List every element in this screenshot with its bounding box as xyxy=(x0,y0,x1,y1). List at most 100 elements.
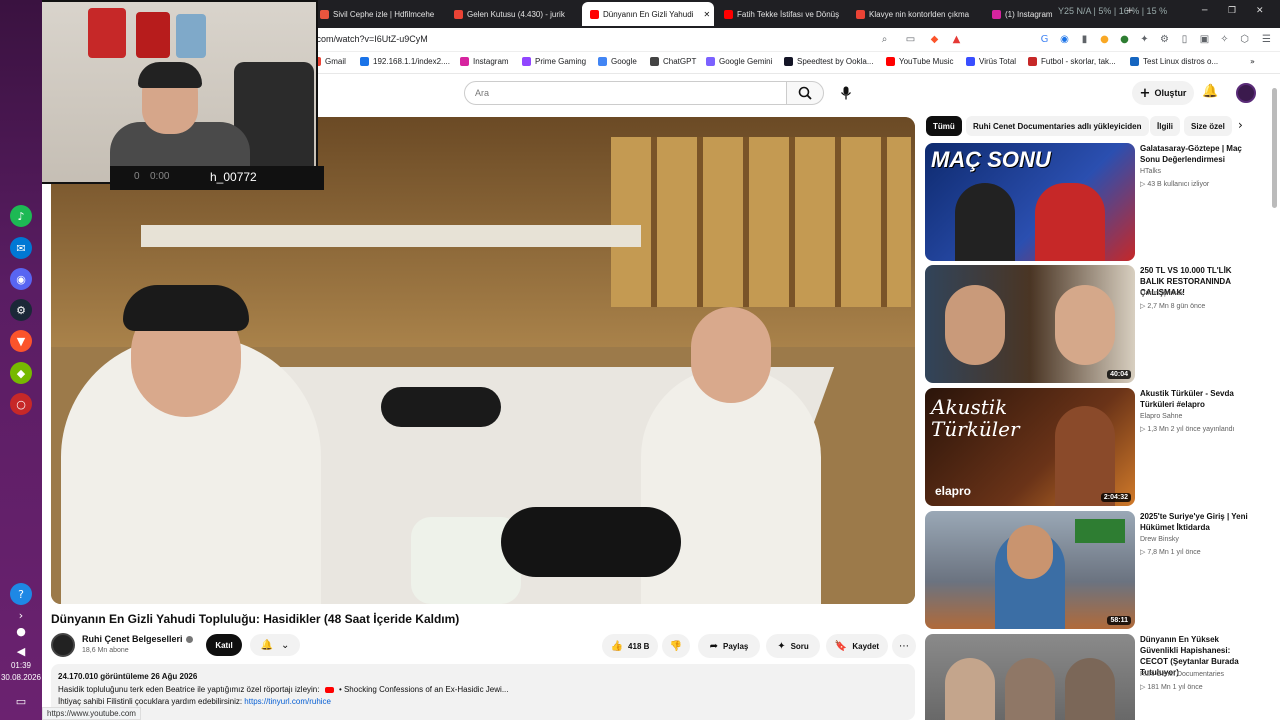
recommendation-channel: Elapro Sahne xyxy=(1140,413,1183,420)
youtube-music-icon xyxy=(886,57,895,66)
description-box[interactable]: 24.170.010 görüntüleme 26 Ağu 2026 Hasid… xyxy=(51,664,915,720)
extension-icon[interactable]: ◉ xyxy=(1058,33,1071,46)
clock-time[interactable]: 01:39 xyxy=(0,661,42,670)
virustotal-icon xyxy=(966,57,975,66)
browser-tab[interactable]: Sivil Cephe izle | Hdfilmcehe xyxy=(320,4,450,24)
vpn-icon[interactable]: ⬡ xyxy=(1238,33,1251,46)
browser-tab[interactable]: Klavye nin kontorlden çıkma xyxy=(856,4,986,24)
video-thumbnail[interactable]: MAÇ SONU xyxy=(925,143,1135,261)
voice-search-button[interactable] xyxy=(834,81,858,105)
video-thumbnail[interactable]: 40:04 xyxy=(925,265,1135,383)
brave-shield-icon[interactable]: ◆ xyxy=(928,33,941,46)
chip-all[interactable]: Tümü xyxy=(926,116,962,136)
brave-icon[interactable]: ▼ xyxy=(10,330,32,352)
zoom-icon[interactable]: ⌕ xyxy=(878,33,891,46)
donation-link[interactable]: https://tinyurl.com/ruhice xyxy=(244,697,331,706)
chevron-right-icon[interactable]: › xyxy=(1238,118,1243,132)
recommendation-channel: Orkun Işıtmak xyxy=(1140,290,1184,297)
translate-icon[interactable]: G xyxy=(1038,33,1051,46)
share-icon: ➦ xyxy=(709,640,719,652)
recommendation-item[interactable]: Akustik Türküler elapro 2:04:32 Akustik … xyxy=(925,388,1255,506)
spotify-icon[interactable]: ♪ xyxy=(10,205,32,227)
extension-icon[interactable]: ● xyxy=(1098,33,1111,46)
video-thumbnail[interactable] xyxy=(925,634,1135,720)
subscription-bell-button[interactable]: 🔔 ⌄ xyxy=(250,634,300,656)
extension-icon[interactable]: ● xyxy=(1118,33,1131,46)
more-actions-button[interactable]: ⋯ xyxy=(892,634,916,658)
join-button[interactable]: Katıl xyxy=(206,634,242,656)
verified-icon xyxy=(185,636,193,644)
search-button[interactable] xyxy=(786,81,824,105)
google-icon xyxy=(598,57,607,66)
bookmarks-overflow-icon[interactable]: » xyxy=(1250,57,1255,66)
bookmark-label: Instagram xyxy=(473,57,509,66)
leo-icon[interactable]: ✧ xyxy=(1218,33,1231,46)
clock-date[interactable]: 30.08.2026 xyxy=(0,673,42,682)
avatar[interactable] xyxy=(1236,83,1256,103)
save-button[interactable]: 🔖 Kaydet xyxy=(826,634,888,658)
minimize-icon[interactable]: ─ xyxy=(1202,6,1207,16)
outlook-icon[interactable]: ✉ xyxy=(10,237,32,259)
steam-icon[interactable]: ⚙ xyxy=(10,299,32,321)
extension-icon[interactable]: ▮ xyxy=(1078,33,1091,46)
bookmark-router[interactable]: 192.168.1.1/index2.... xyxy=(360,57,450,66)
browser-tab-active[interactable]: Dünyanın En Gizli Yahudi ✕ xyxy=(582,2,714,26)
help-icon[interactable]: ? xyxy=(10,583,32,605)
menu-icon[interactable]: ☰ xyxy=(1260,33,1273,46)
recommendation-item[interactable]: MAÇ SONU Galatasaray-Göztepe | Maç Sonu … xyxy=(925,143,1255,261)
bookmark-linux[interactable]: Test Linux distros o... xyxy=(1130,57,1218,66)
bookmark-futbol[interactable]: Futbol - skorlar, tak... xyxy=(1028,57,1116,66)
speaker-icon[interactable]: ◀ xyxy=(10,640,32,662)
discord-icon[interactable]: ◉ xyxy=(10,268,32,290)
chip-from-uploader[interactable]: Ruhi Cenet Documentaries adlı yükleyicid… xyxy=(966,116,1149,136)
bookmark-label: ChatGPT xyxy=(663,57,697,66)
bookmark-gemini[interactable]: Google Gemini xyxy=(706,57,772,66)
bookmark-youtube-music[interactable]: YouTube Music xyxy=(886,57,954,66)
create-button[interactable]: + Oluştur xyxy=(1132,81,1194,105)
bookmark-google[interactable]: Google xyxy=(598,57,637,66)
tab-label: Dünyanın En Gizli Yahudi xyxy=(603,9,694,19)
notification-icon[interactable]: ▭ xyxy=(10,690,32,712)
bookmark-instagram[interactable]: Instagram xyxy=(460,57,509,66)
video-thumbnail[interactable]: Akustik Türküler elapro 2:04:32 xyxy=(925,388,1135,506)
puzzle-icon[interactable]: ✦ xyxy=(1138,33,1151,46)
video-thumbnail[interactable]: 58:11 xyxy=(925,511,1135,629)
video-player[interactable] xyxy=(51,117,915,604)
like-button[interactable]: 👍 418 B xyxy=(602,634,658,658)
new-tab-icon[interactable]: + xyxy=(1126,6,1134,16)
recommendation-item[interactable]: 58:11 2025'te Suriye'ye Giriş | Yeni Hük… xyxy=(925,511,1255,629)
extension-icon[interactable]: ⚙ xyxy=(1158,33,1171,46)
bookmark-chatgpt[interactable]: ChatGPT xyxy=(650,57,696,66)
opera-gx-icon[interactable]: ○ xyxy=(10,393,32,415)
ask-button[interactable]: ✦ Soru xyxy=(766,634,820,658)
description-link[interactable]: • Shocking Confessions of an Ex-Hasidic … xyxy=(339,685,509,694)
chip-related[interactable]: İlgili xyxy=(1150,116,1180,136)
url-field[interactable]: .com/watch?v=I6UtZ-u9CyM xyxy=(314,34,428,44)
channel-avatar[interactable] xyxy=(51,633,75,657)
window-close-icon[interactable]: ✕ xyxy=(1256,6,1264,16)
bookmark-speedtest[interactable]: Speedtest by Ookla... xyxy=(784,57,874,66)
recommendation-item[interactable]: Dünyanın En Yüksek Güvenlikli Hapishanes… xyxy=(925,634,1255,720)
bookmark-prime-gaming[interactable]: Prime Gaming xyxy=(522,57,586,66)
browser-tab[interactable]: Fatih Tekke İstifası ve Dönüş xyxy=(724,4,848,24)
browser-tab[interactable]: Gelen Kutusu (4.430) - jurik xyxy=(454,4,582,24)
recommendation-item[interactable]: 40:04 250 TL VS 10.000 TL'LİK BALIK REST… xyxy=(925,265,1255,383)
tab-label: Sivil Cephe izle | Hdfilmcehe xyxy=(333,9,435,19)
share-button[interactable]: ➦ Paylaş xyxy=(698,634,760,658)
chip-for-you[interactable]: Size özel xyxy=(1184,116,1232,136)
cast-icon[interactable]: ▭ xyxy=(904,33,917,46)
maximize-icon[interactable]: ❐ xyxy=(1228,6,1236,16)
more-dots-icon: ⋯ xyxy=(899,640,909,652)
brave-rewards-icon[interactable]: ▲ xyxy=(950,33,963,46)
search-input[interactable]: Ara xyxy=(464,81,787,105)
dislike-button[interactable]: 👎 xyxy=(662,634,690,658)
mic-icon[interactable]: ● xyxy=(10,620,32,642)
channel-name-link[interactable]: Ruhi Çenet Belgeselleri xyxy=(82,634,193,644)
sidebar-icon[interactable]: ▯ xyxy=(1178,33,1191,46)
nvidia-icon[interactable]: ◆ xyxy=(10,362,32,384)
notifications-bell-icon[interactable]: 🔔 xyxy=(1202,84,1218,99)
bookmark-virustotal[interactable]: Virüs Total xyxy=(966,57,1016,66)
wallet-icon[interactable]: ▣ xyxy=(1198,33,1211,46)
sidebar-scrollbar[interactable] xyxy=(1272,88,1277,208)
close-icon[interactable]: ✕ xyxy=(703,10,710,19)
